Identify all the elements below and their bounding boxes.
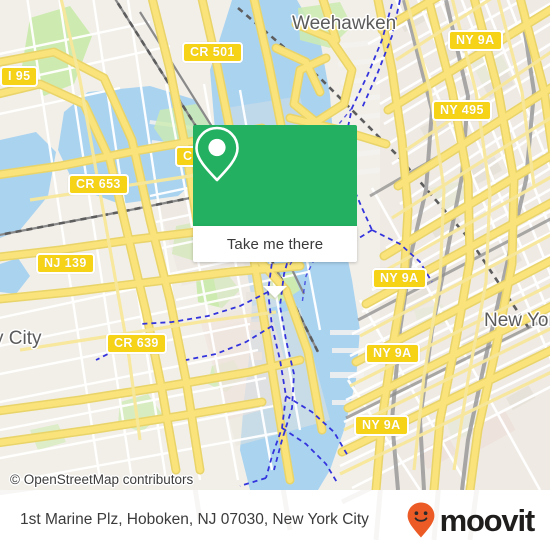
moovit-wordmark: moovit xyxy=(439,502,536,538)
place-label-weehawken: Weehawken xyxy=(292,13,397,34)
take-me-there-label: Take me there xyxy=(226,235,324,253)
road-shield: NY 495 xyxy=(432,100,492,121)
osm-attribution[interactable]: © OpenStreetMap contributors xyxy=(10,472,193,487)
take-me-there-button[interactable]: Take me there xyxy=(193,226,357,262)
place-label-jersey-city: y City xyxy=(0,328,42,349)
road-shield: NJ 139 xyxy=(36,253,95,274)
address-label: 1st Marine Plz, Hoboken, NJ 07030, New Y… xyxy=(20,511,369,528)
location-popup[interactable]: Take me there xyxy=(193,125,357,298)
road-shield: NY 9A xyxy=(354,415,409,436)
footer-bar: 1st Marine Plz, Hoboken, NJ 07030, New Y… xyxy=(0,490,550,550)
moovit-map-screen: CR 501 NY 9A I 95 NY 495 CR 653 CR 5 NJ … xyxy=(0,0,550,550)
popup-tail xyxy=(263,286,287,298)
road-shield: CR 501 xyxy=(182,42,243,63)
popup-image-area xyxy=(193,125,357,226)
road-shield: NY 9A xyxy=(448,30,503,51)
road-shield: NY 9A xyxy=(372,268,427,289)
map-pin-icon xyxy=(195,126,239,182)
moovit-smiley-pin-icon xyxy=(407,502,434,538)
road-shield: CR 653 xyxy=(68,174,129,195)
map-canvas[interactable]: CR 501 NY 9A I 95 NY 495 CR 653 CR 5 NJ … xyxy=(0,0,550,490)
road-shield: CR 639 xyxy=(106,333,167,354)
place-label-new-york: New Yor xyxy=(484,310,550,331)
road-shield: NY 9A xyxy=(365,343,420,364)
road-shield: I 95 xyxy=(0,66,39,87)
moovit-logo[interactable]: moovit xyxy=(406,501,536,539)
